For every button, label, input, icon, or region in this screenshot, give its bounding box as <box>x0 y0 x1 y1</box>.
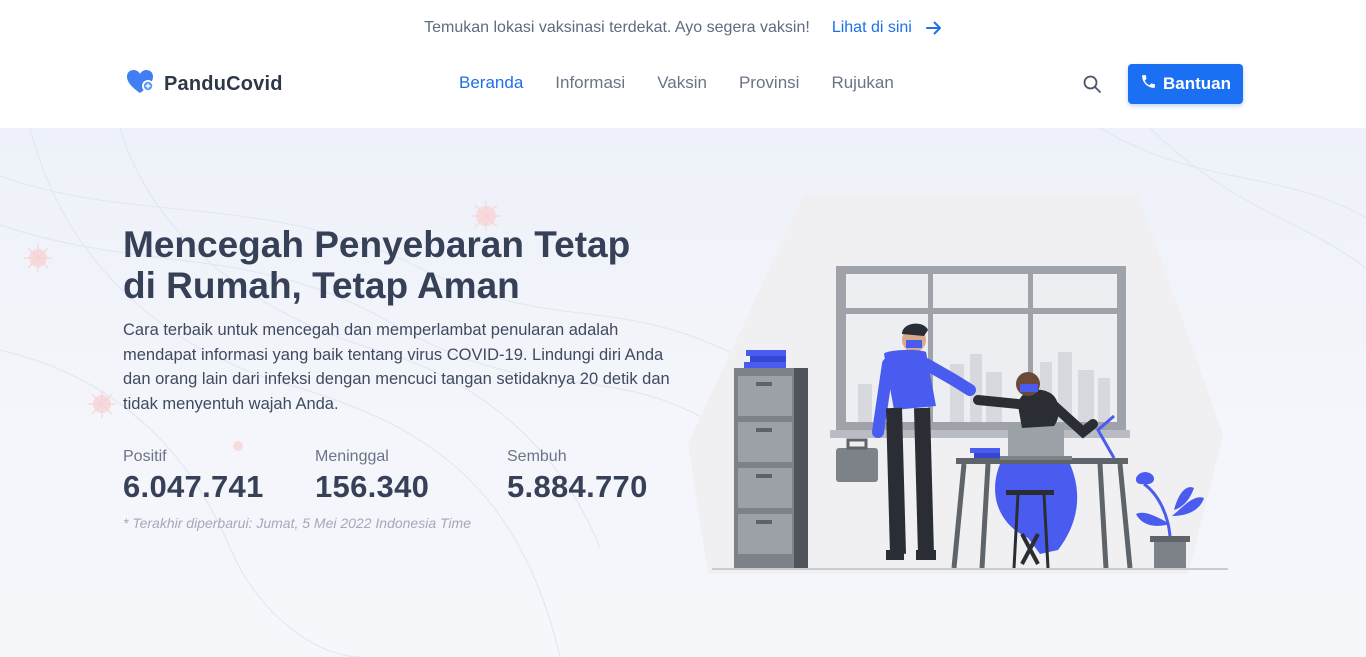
stat-value: 156.340 <box>315 469 430 504</box>
hero-section: Mencegah Penyebaran Tetap di Rumah, Teta… <box>0 128 1366 657</box>
stat-meninggal: Meninggal 156.340 <box>315 448 429 505</box>
stat-label: Positif <box>123 448 167 465</box>
announcement-link-label[interactable]: Lihat di sini <box>832 19 912 37</box>
nav-item-provinsi[interactable]: Provinsi <box>739 73 799 93</box>
announcement-link[interactable]: Lihat di sini <box>832 19 942 37</box>
hero-title: Mencegah Penyebaran Tetap di Rumah, Teta… <box>123 224 683 306</box>
help-button-label[interactable]: Bantuan <box>1163 74 1231 94</box>
brand-logo[interactable]: PanduCovid <box>126 69 283 100</box>
nav-item-informasi[interactable]: Informasi <box>555 73 625 93</box>
floor-line <box>712 568 1228 570</box>
heart-shield-icon <box>126 69 156 100</box>
stat-value: 5.884.770 <box>507 469 648 504</box>
arrow-right-icon <box>925 21 942 35</box>
help-button[interactable]: Bantuan <box>1128 64 1243 104</box>
office-illustration <box>688 194 1228 574</box>
hero-description: Cara terbaik untuk mencegah dan memperla… <box>123 321 670 413</box>
nav-menu: Beranda Informasi Vaksin Provinsi Rujuka… <box>459 73 894 93</box>
search-icon[interactable] <box>1082 74 1102 94</box>
hero-title-line2: di Rumah, Tetap Aman <box>123 265 520 306</box>
brand-name[interactable]: PanduCovid <box>164 73 283 96</box>
last-updated-note: * Terakhir diperbarui: Jumat, 5 Mei 2022… <box>123 515 471 531</box>
announcement-bar: Temukan lokasi vaksinasi terdekat. Ayo s… <box>0 0 1366 56</box>
filing-cabinet <box>734 350 808 568</box>
phone-icon <box>1140 73 1157 95</box>
nav-item-rujukan[interactable]: Rujukan <box>831 73 893 93</box>
stat-label: Meninggal <box>315 448 389 465</box>
stat-label: Sembuh <box>507 448 567 465</box>
nav-item-beranda[interactable]: Beranda <box>459 73 523 93</box>
nav-item-vaksin[interactable]: Vaksin <box>657 73 707 93</box>
stat-positif: Positif 6.047.741 <box>123 448 264 505</box>
announcement-text: Temukan lokasi vaksinasi terdekat. Ayo s… <box>424 19 810 36</box>
stat-value: 6.047.741 <box>123 469 264 504</box>
main-navbar: PanduCovid Beranda Informasi Vaksin Prov… <box>0 56 1366 128</box>
stat-sembuh: Sembuh 5.884.770 <box>507 448 648 505</box>
hero-title-line1: Mencegah Penyebaran Tetap <box>123 224 631 265</box>
